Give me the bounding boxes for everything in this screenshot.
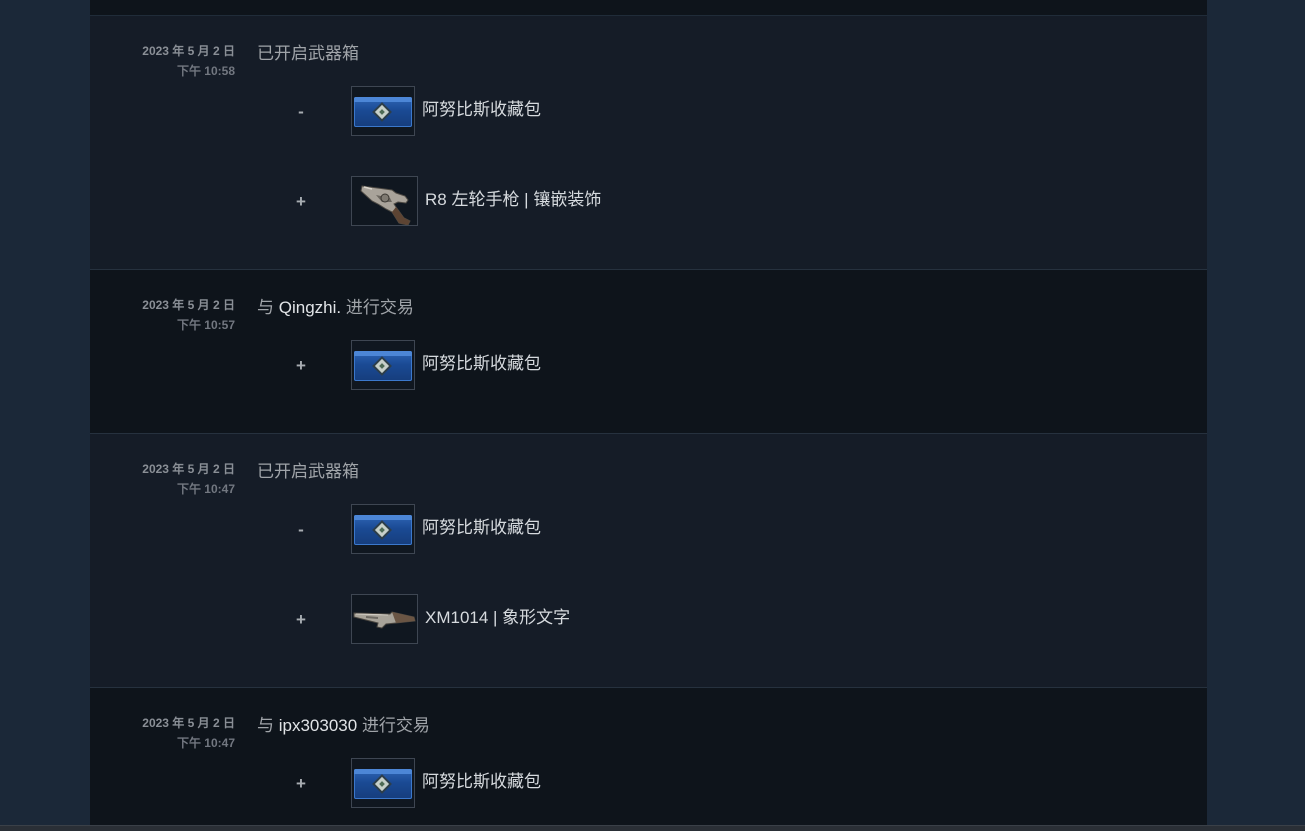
history-row: 2023 年 5 月 2 日 下午 10:47 与 ipx303030 进行交易… (90, 688, 1207, 830)
history-date: 2023 年 5 月 2 日 (142, 44, 235, 58)
event-suffix: 进行交易 (345, 298, 414, 317)
history-row: 2023 年 5 月 2 日 下午 10:58 已开启武器箱 - 阿努比斯收藏包… (90, 16, 1207, 270)
page-margin-left (0, 0, 90, 830)
item-added-sign: + (296, 610, 306, 629)
event-suffix: 进行交易 (361, 716, 430, 735)
item-added-sign: + (296, 774, 306, 793)
item-added-sign: + (296, 192, 306, 211)
history-date: 2023 年 5 月 2 日 (142, 462, 235, 476)
item-name[interactable]: 阿努比斯收藏包 (422, 518, 541, 538)
trade-partner-link[interactable]: ipx303030 (279, 716, 357, 735)
revolver-icon[interactable] (351, 176, 418, 226)
shotgun-icon[interactable] (351, 594, 418, 644)
history-event: 已开启武器箱 (257, 44, 359, 63)
history-event: 已开启武器箱 (257, 462, 359, 481)
item-removed-sign: - (298, 102, 304, 121)
history-time: 下午 10:47 (176, 482, 235, 496)
history-date: 2023 年 5 月 2 日 (142, 716, 235, 730)
previous-row-edge (90, 0, 1207, 16)
case-icon[interactable] (351, 340, 415, 390)
item-name[interactable]: XM1014 | 象形文字 (425, 608, 570, 628)
history-time: 下午 10:47 (176, 736, 235, 750)
history-item: + XM1014 | 象形文字 (90, 594, 790, 646)
item-name[interactable]: 阿努比斯收藏包 (422, 354, 541, 374)
item-added-sign: + (296, 356, 306, 375)
history-item: - 阿努比斯收藏包 (90, 504, 790, 556)
history-event: 与 Qingzhi. 进行交易 (257, 298, 414, 318)
history-time: 下午 10:57 (176, 318, 235, 332)
case-icon[interactable] (351, 758, 415, 808)
history-item: + 阿努比斯收藏包 (90, 340, 790, 392)
history-row: 2023 年 5 月 2 日 下午 10:57 与 Qingzhi. 进行交易 … (90, 270, 1207, 434)
history-event: 与 ipx303030 进行交易 (257, 716, 430, 736)
item-name[interactable]: 阿努比斯收藏包 (422, 100, 541, 120)
trade-partner-link[interactable]: Qingzhi. (279, 298, 341, 317)
history-date: 2023 年 5 月 2 日 (142, 298, 235, 312)
history-row: 2023 年 5 月 2 日 下午 10:47 已开启武器箱 - 阿努比斯收藏包… (90, 434, 1207, 688)
history-item: + R8 左轮手枪 | 镶嵌装饰 (90, 176, 790, 228)
horizontal-scrollbar[interactable] (0, 825, 1305, 831)
history-item: - 阿努比斯收藏包 (90, 86, 790, 138)
item-removed-sign: - (298, 520, 304, 539)
page-margin-right (1207, 0, 1305, 830)
item-name[interactable]: 阿努比斯收藏包 (422, 772, 541, 792)
event-prefix: 与 (257, 298, 274, 317)
inventory-history-list: 2023 年 5 月 2 日 下午 10:58 已开启武器箱 - 阿努比斯收藏包… (90, 0, 1207, 830)
case-icon[interactable] (351, 504, 415, 554)
case-icon[interactable] (351, 86, 415, 136)
item-name[interactable]: R8 左轮手枪 | 镶嵌装饰 (425, 190, 601, 210)
history-time: 下午 10:58 (176, 64, 235, 78)
event-prefix: 与 (257, 716, 274, 735)
history-item: + 阿努比斯收藏包 (90, 758, 790, 810)
